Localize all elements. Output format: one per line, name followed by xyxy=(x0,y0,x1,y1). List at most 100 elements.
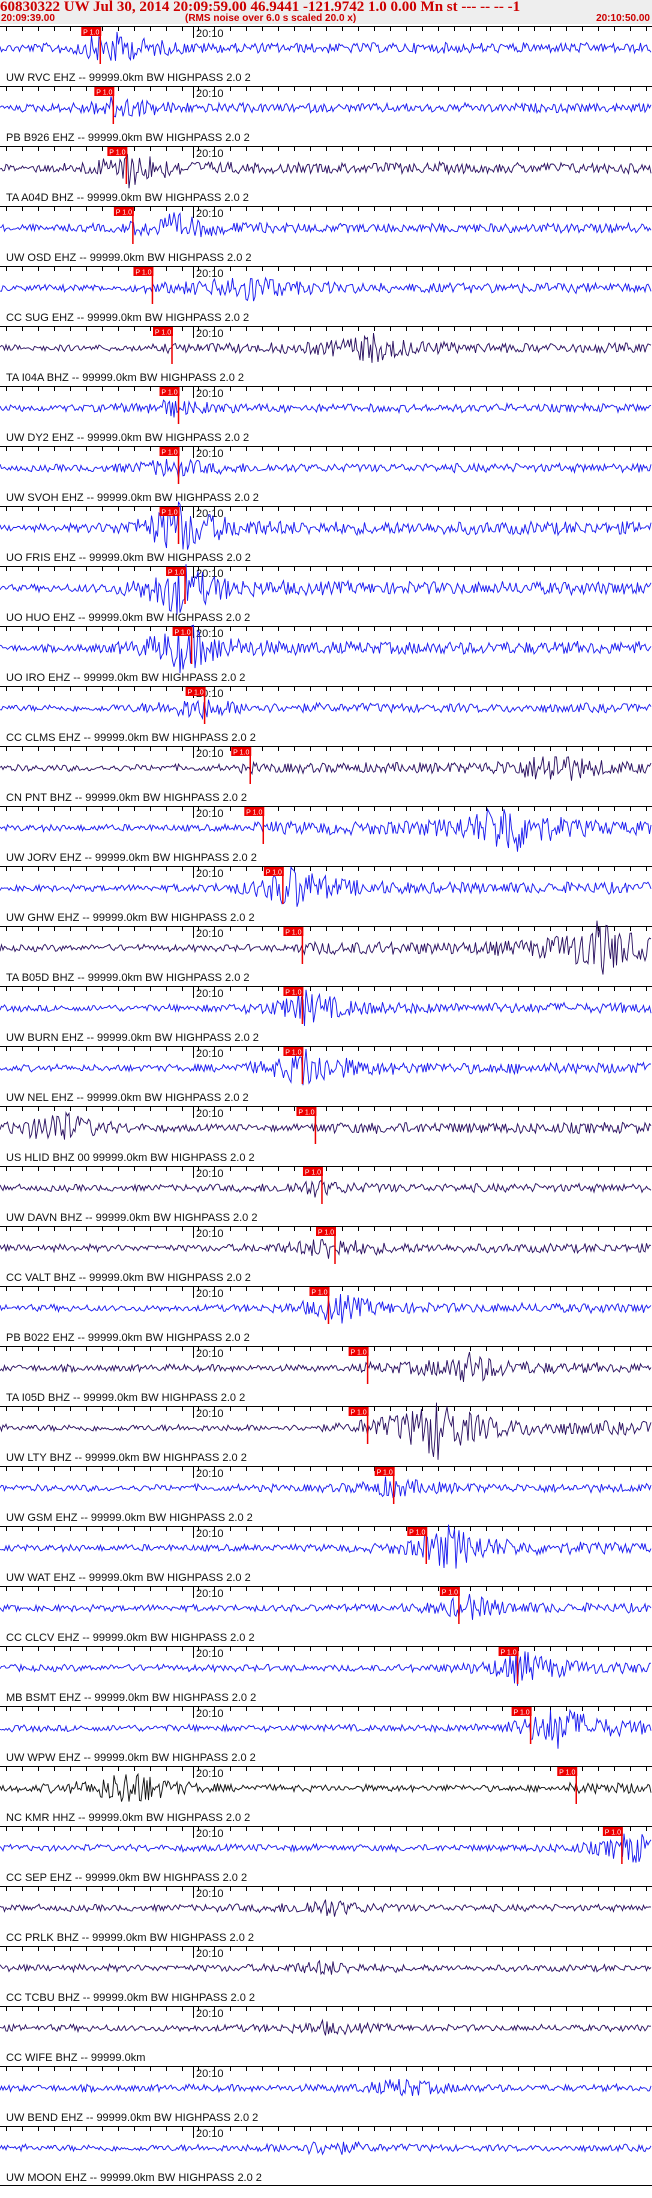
trace-label: CC VALT BHZ -- 99999.0km BW HIGHPASS 2.0… xyxy=(6,1272,251,1284)
trace-row: 20:10 P 1.0 UW SVOH EHZ -- 99999.0km BW HI… xyxy=(0,446,652,504)
trace-label: UW GSM EHZ -- 99999.0km BW HIGHPASS 2.0 … xyxy=(6,1512,253,1524)
time-label-20-10: 20:10 xyxy=(196,1648,224,1660)
trace-label: CN PNT BHZ -- 99999.0km BW HIGHPASS 2.0 … xyxy=(6,792,247,804)
trace-row: 20:10 P 1.0 CC SEP EHZ -- 99999.0km BW HIG… xyxy=(0,1826,652,1884)
pick-label: P 1.0 xyxy=(605,1830,621,1837)
trace-label: CC SEP EHZ -- 99999.0km BW HIGHPASS 2.0 … xyxy=(6,1872,247,1884)
pick-label: P 1.0 xyxy=(298,1110,314,1117)
trace-row: 20:10 P 1.0 MB BSMT EHZ -- 99999.0km BW HI… xyxy=(0,1646,652,1704)
trace-label: CC WIFE BHZ -- 99999.0km xyxy=(6,2052,145,2064)
time-label-20-10: 20:10 xyxy=(196,1588,224,1600)
waveform xyxy=(0,865,652,907)
phase-pick: P 1.0 xyxy=(407,1527,428,1564)
trace-row: 20:10 P 1.0 UW DAVN BHZ -- 99999.0km BW HI… xyxy=(0,1166,652,1224)
trace-row: 20:10 UW BEND EHZ -- 99999.0km BW HIGHPAS… xyxy=(0,2066,652,2124)
time-label-20-10: 20:10 xyxy=(196,1528,224,1540)
waveform xyxy=(0,1048,652,1086)
waveform xyxy=(0,1708,652,1749)
waveform xyxy=(0,1651,652,1686)
trace-row: 20:10 P 1.0 UW GSM EHZ -- 99999.0km BW HIG… xyxy=(0,1466,652,1524)
waveform xyxy=(0,1238,652,1259)
time-ticks xyxy=(6,1826,647,1831)
pick-label: P 1.0 xyxy=(513,1710,529,1717)
time-label-20-10: 20:10 xyxy=(196,808,224,820)
trace-label: UW WAT EHZ -- 99999.0km BW HIGHPASS 2.0 … xyxy=(6,1572,251,1584)
time-ticks xyxy=(6,1166,647,1171)
waveform xyxy=(0,276,652,302)
waveform xyxy=(0,699,652,720)
time-label-20-10: 20:10 xyxy=(196,748,224,760)
time-label-20-10: 20:10 xyxy=(196,1288,224,1300)
waveform xyxy=(0,2018,652,2036)
trace-row: 20:10 P 1.0 TA I04A BHZ -- 99999.0km BW HI… xyxy=(0,326,652,384)
pick-label: P 1.0 xyxy=(311,1290,327,1297)
waveform xyxy=(0,153,652,189)
trace-label: UW WPW EHZ -- 99999.0km BW HIGHPASS 2.0 … xyxy=(6,1752,256,1764)
time-ticks xyxy=(6,686,647,691)
trace-row: 20:10 P 1.0 UO FRIS EHZ -- 99999.0km BW HI… xyxy=(0,501,652,564)
pick-label: P 1.0 xyxy=(409,1530,425,1537)
trace-label: UW MOON EHZ -- 99999.0km BW HIGHPASS 2.0… xyxy=(6,2172,262,2184)
trace-label: UW LTY BHZ -- 99999.0km BW HIGHPASS 2.0 … xyxy=(6,1452,247,1464)
trace-row: 20:10 CC TCBU BHZ -- 99999.0km BW HIGHPAS… xyxy=(0,1946,652,2004)
time-ticks xyxy=(6,26,647,31)
trace-row: 20:10 P 1.0 NC KMR HHZ -- 99999.0km BW HIG… xyxy=(0,1766,652,1824)
waveform xyxy=(0,1179,652,1198)
time-label-20-10: 20:10 xyxy=(196,508,224,520)
waveform xyxy=(0,2140,652,2156)
trace-label: UW OSD EHZ -- 99999.0km BW HIGHPASS 2.0 … xyxy=(6,252,252,264)
time-ticks xyxy=(6,1466,647,1471)
waveform xyxy=(0,624,652,674)
time-ticks xyxy=(6,386,647,391)
trace-row: 20:10 P 1.0 PB B926 EHZ -- 99999.0km BW HI… xyxy=(0,86,652,144)
trace-label: PB B022 EHZ -- 99999.0km BW HIGHPASS 2.0… xyxy=(6,1332,250,1344)
time-ticks xyxy=(6,1766,647,1771)
time-ticks xyxy=(6,986,647,991)
time-label-20-10: 20:10 xyxy=(196,448,224,460)
pick-label: P 1.0 xyxy=(285,930,301,937)
time-label-20-10: 20:10 xyxy=(196,1948,224,1960)
phase-pick: P 1.0 xyxy=(348,1407,369,1444)
waveform xyxy=(0,2078,652,2097)
waveform xyxy=(0,1293,652,1324)
time-label-20-10: 20:10 xyxy=(196,1828,224,1840)
trace-row: 20:10 P 1.0 UO HUO EHZ -- 99999.0km BW HIG… xyxy=(0,564,652,624)
pick-label: P 1.0 xyxy=(233,750,249,757)
time-ticks xyxy=(6,1106,647,1111)
waveform xyxy=(0,212,652,238)
trace-label: CC PRLK BHZ -- 99999.0km BW HIGHPASS 2.0… xyxy=(6,1932,254,1944)
phase-pick: P 1.0 xyxy=(557,1767,578,1804)
trace-row: 20:10 P 1.0 US HLID BHZ 00 99999.0km BW HI… xyxy=(0,1106,652,1164)
time-ticks xyxy=(6,2066,647,2071)
trace-label: UW RVC EHZ -- 99999.0km BW HIGHPASS 2.0 … xyxy=(6,72,251,84)
time-label-20-10: 20:10 xyxy=(196,1768,224,1780)
trace-row: 20:10 P 1.0 PB B022 EHZ -- 99999.0km BW HI… xyxy=(0,1286,652,1344)
waveform xyxy=(0,96,652,118)
time-label-20-10: 20:10 xyxy=(196,88,224,100)
waveform xyxy=(0,332,652,363)
waveform xyxy=(0,1899,652,1917)
trace-label: CC CLMS EHZ -- 99999.0km BW HIGHPASS 2.0… xyxy=(6,732,256,744)
time-ticks xyxy=(6,1046,647,1051)
phase-pick: P 1.0 xyxy=(113,207,134,244)
time-ticks xyxy=(6,446,647,451)
time-label-20-10: 20:10 xyxy=(196,928,224,940)
pick-label: P 1.0 xyxy=(161,510,177,517)
pick-label: P 1.0 xyxy=(109,150,125,157)
waveform xyxy=(0,1476,652,1499)
trace-label: CC TCBU BHZ -- 99999.0km BW HIGHPASS 2.0… xyxy=(6,1992,255,2004)
trace-label: UW DY2 EHZ -- 99999.0km BW HIGHPASS 2.0 … xyxy=(6,432,249,444)
time-ticks xyxy=(6,806,647,811)
waveform xyxy=(0,1351,652,1383)
waveform xyxy=(0,458,652,479)
time-ticks xyxy=(6,626,647,631)
time-label-20-10: 20:10 xyxy=(196,1108,224,1120)
waveform xyxy=(0,1833,652,1863)
phase-pick: P 1.0 xyxy=(153,327,173,364)
pick-label: P 1.0 xyxy=(187,690,203,697)
time-label-20-10: 20:10 xyxy=(196,208,224,220)
time-ticks xyxy=(6,1406,647,1411)
time-label-20-10: 20:10 xyxy=(196,1048,224,1060)
trace-row: 20:10 P 1.0 UW NEL EHZ -- 99999.0km BW HIG… xyxy=(0,1046,652,1104)
pick-label: P 1.0 xyxy=(168,570,184,577)
